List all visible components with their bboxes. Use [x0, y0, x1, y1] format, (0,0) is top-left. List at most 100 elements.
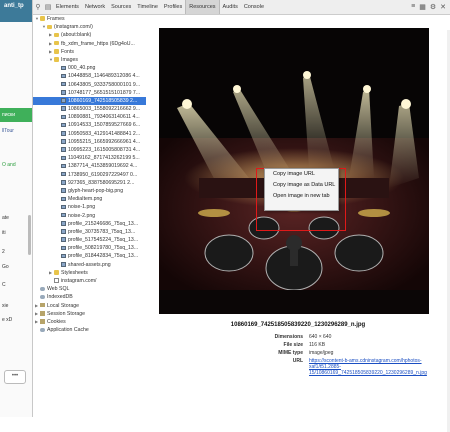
img-icon: [61, 180, 66, 185]
tree-item-label: profile_215246686_75sq_13...: [68, 220, 139, 227]
tree-image-item[interactable]: 11049162_8717413262199 5...: [33, 154, 146, 162]
image-metadata: 10860169_742518505839220_1230296289_n.jp…: [146, 322, 450, 376]
copy-image-data-url-item[interactable]: Copy image as Data URL: [265, 180, 338, 191]
tree-item-label: profile_30735783_75sq_13...: [68, 228, 136, 235]
store-icon: [40, 302, 45, 308]
tree-image-item[interactable]: 1387714_4153859019692 4...: [33, 162, 146, 170]
tree-image-item[interactable]: profile_517545224_75sq_13...: [33, 236, 146, 244]
tree-image-item[interactable]: 927365_8387580695291 2...: [33, 179, 146, 187]
tree-image-item[interactable]: profile_818442834_75sq_13...: [33, 252, 146, 260]
devtools-panel: ⚲ ▤ Elements Network Sources Timeline Pr…: [33, 0, 450, 432]
tree-image-item[interactable]: 10860169_742518505839 2...: [33, 96, 146, 106]
tree-item-label: 10890881_7934063140611 4...: [68, 114, 140, 121]
img-icon: [61, 131, 66, 136]
tree-image-item[interactable]: 10914533_1507859527669 6...: [33, 121, 146, 129]
tree-image-item[interactable]: 10643805_9333758000101 9...: [33, 81, 146, 89]
tree-image-item[interactable]: shared-assets.png: [33, 261, 146, 269]
tree-image-item[interactable]: 10890881_7934063140611 4...: [33, 113, 146, 121]
green-button[interactable]: писки: [0, 108, 32, 122]
image-url-link[interactable]: https://scontent-b-ams.cdninstagram.com/…: [309, 358, 444, 376]
folder-icon: [40, 16, 45, 21]
tab-profiles[interactable]: Profiles: [161, 0, 185, 14]
tree-image-item[interactable]: noise-1.png: [33, 203, 146, 211]
tree-item-label: 10643805_9333758000101 9...: [68, 81, 141, 88]
img-icon: [61, 73, 66, 79]
tree-item-label: shared-assets.png: [68, 261, 111, 268]
tree-item[interactable]: ▶ Local Storage: [33, 302, 146, 310]
resource-tree: ▼ Frames ▼ (instagram.com/) ▶ (about:blank) ▶ f…: [33, 15, 147, 417]
page-snippet: llTour: [2, 128, 14, 134]
tree-item[interactable]: instagram.com/: [33, 277, 146, 285]
tab-console[interactable]: Console: [241, 0, 267, 14]
tree-item-label: 10955215_1665992666961 4...: [68, 138, 141, 145]
img-icon: [61, 262, 66, 267]
image-preview-pane: Copy image URL Copy image as Data URL Op…: [146, 15, 450, 432]
more-button[interactable]: •••: [4, 370, 26, 384]
concert-image[interactable]: Copy image URL Copy image as Data URL Op…: [159, 28, 429, 314]
tree-item[interactable]: ▶ Stylesheets: [33, 269, 146, 277]
tree-image-item[interactable]: noise-2.png: [33, 212, 146, 220]
tree-image-item[interactable]: profile_215246686_75sq_13...: [33, 220, 146, 228]
tree-item-label: 11049162_8717413262199 5...: [68, 155, 140, 162]
tree-item[interactable]: ▶ (about:blank): [33, 31, 146, 39]
copy-image-url-item[interactable]: Copy image URL: [265, 169, 338, 180]
gear-icon[interactable]: ⚙: [430, 3, 436, 11]
search-icon[interactable]: ⚲: [33, 3, 43, 11]
img-icon: [61, 253, 66, 259]
tree-item-label: profile_818442834_75sq_13...: [68, 253, 139, 260]
tree-item[interactable]: ▶ Cookies: [33, 318, 146, 326]
folder-icon: [54, 40, 59, 46]
tree-image-item[interactable]: 10950583_4129141488841 2...: [33, 130, 146, 138]
tree-image-item[interactable]: 10448858_1146489312086 4...: [33, 72, 146, 80]
tree-image-item[interactable]: 10865003_1558092216662 9...: [33, 105, 146, 113]
close-icon[interactable]: ✕: [440, 3, 446, 11]
img-icon: [61, 163, 66, 169]
tree-item[interactable]: ▼ Images: [33, 56, 146, 64]
tab-timeline[interactable]: Timeline: [134, 0, 161, 14]
folder-icon: [47, 24, 52, 30]
page-scrollbar[interactable]: [28, 215, 31, 255]
tab-resources[interactable]: Resources: [185, 0, 220, 14]
img-icon: [61, 196, 66, 201]
page-snippet: O and: [2, 162, 16, 168]
tree-item-label: instagram.com/: [61, 278, 97, 284]
tree-item-label: fb_xdm_frame_https (6Dg4oU...: [61, 40, 135, 47]
page-snippet: e xD: [2, 317, 13, 323]
tree-item[interactable]: ▼ Frames: [33, 15, 146, 23]
tree-item-label: 1738950_6190297229497 0...: [68, 171, 138, 178]
tree-image-item[interactable]: 000_40.png: [33, 64, 146, 72]
open-image-new-tab-item[interactable]: Open image in new tab: [265, 191, 338, 202]
tree-image-item[interactable]: 10995223_1615005808731 4...: [33, 146, 146, 154]
tab-network[interactable]: Network: [82, 0, 108, 14]
dock-icon[interactable]: ▦: [419, 3, 426, 11]
tree-item[interactable]: Application Cache: [33, 326, 146, 334]
tree-item[interactable]: ▼ (instagram.com/): [33, 23, 146, 31]
tree-item-label: 000_40.png: [68, 65, 96, 72]
tree-image-item[interactable]: profile_30735783_75sq_13...: [33, 228, 146, 236]
tree-image-item[interactable]: profile_508219780_75sq_13...: [33, 244, 146, 252]
tab-sources[interactable]: Sources: [108, 0, 134, 14]
tree-item[interactable]: IndexedDB: [33, 293, 146, 301]
tree-item-label: profile_517545224_75sq_13...: [68, 237, 139, 244]
tree-item-label: Web SQL: [47, 286, 70, 293]
error-icon[interactable]: ≡: [411, 3, 415, 11]
tree-item[interactable]: ▶ Session Storage: [33, 310, 146, 318]
tree-image-item[interactable]: MediaItem.png: [33, 195, 146, 203]
tree-item[interactable]: Web SQL: [33, 285, 146, 293]
tree-image-item[interactable]: 1738950_6190297229497 0...: [33, 171, 146, 179]
tree-image-item[interactable]: glyph-heart-pop-big.png: [33, 187, 146, 195]
tree-item[interactable]: ▶ fb_xdm_frame_https (6Dg4oU...: [33, 40, 146, 48]
tree-item[interactable]: ▶ Fonts: [33, 48, 146, 56]
img-icon: [61, 147, 66, 152]
folder-icon: [54, 32, 59, 38]
tree-item-label: Frames: [47, 16, 65, 22]
img-icon: [61, 122, 66, 128]
img-icon: [61, 221, 66, 226]
console-icon[interactable]: ▤: [43, 3, 53, 11]
tree-item-label: Fonts: [61, 48, 74, 55]
tree-image-item[interactable]: 10955215_1665992666961 4...: [33, 138, 146, 146]
tab-elements[interactable]: Elements: [53, 0, 82, 14]
tab-audits[interactable]: Audits: [220, 0, 241, 14]
img-icon: [61, 212, 66, 218]
tree-image-item[interactable]: 10748177_5651515101879 7...: [33, 89, 146, 97]
